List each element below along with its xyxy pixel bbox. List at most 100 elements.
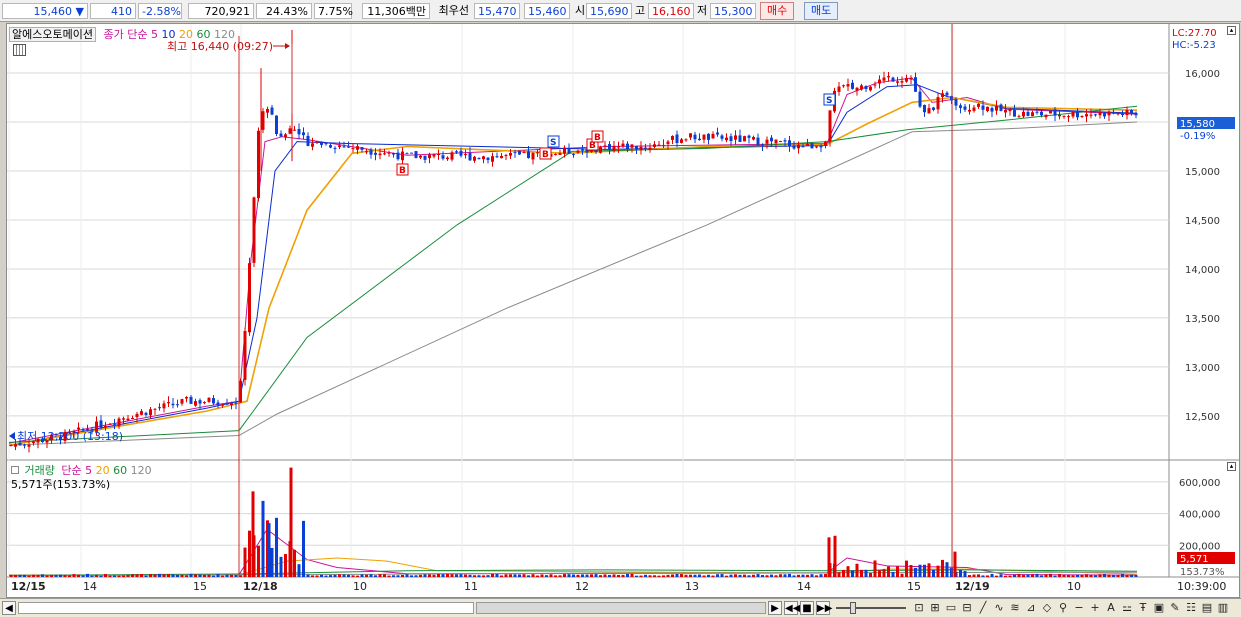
volume-bar <box>212 575 215 577</box>
zoom-slider[interactable] <box>836 607 906 609</box>
candle-body <box>689 133 692 138</box>
candle-body <box>1080 116 1084 118</box>
volume-bar <box>221 575 224 577</box>
volume-bar <box>797 574 800 577</box>
ruler-icon[interactable]: ⚍ <box>1120 601 1134 615</box>
vol-ma-period-60[interactable]: 60 <box>113 464 127 477</box>
collapse-icon[interactable] <box>11 466 19 474</box>
candle-body <box>401 151 404 161</box>
candle-body <box>279 133 283 137</box>
volume-bar <box>824 574 827 577</box>
ma-period-5[interactable]: 5 <box>151 28 158 41</box>
rewind-icon[interactable]: ◀◀ <box>784 601 800 615</box>
volume-bar <box>162 574 166 577</box>
scrollbar-thumb[interactable] <box>476 602 766 614</box>
buy-button[interactable]: 매수 <box>760 2 795 20</box>
volume-bar <box>63 574 67 577</box>
volume-bar <box>59 574 62 577</box>
candle-body <box>900 81 904 83</box>
ma-period-60[interactable]: 60 <box>196 28 210 41</box>
eraser-icon[interactable]: ✎ <box>1168 601 1182 615</box>
volume-bar <box>518 574 521 577</box>
scroll-right-icon[interactable]: ▶ <box>768 601 782 615</box>
volume-bar <box>752 574 755 577</box>
box-icon[interactable]: ▭ <box>944 601 958 615</box>
crosshair-icon[interactable]: ⊞ <box>928 601 942 615</box>
text-icon[interactable]: A <box>1104 601 1118 615</box>
stop-icon[interactable]: ■ <box>800 601 814 615</box>
plus-icon[interactable]: + <box>1088 601 1102 615</box>
candle-body <box>284 134 287 138</box>
font-icon[interactable]: Ŧ <box>1136 601 1150 615</box>
shape-icon[interactable]: ◇ <box>1040 601 1054 615</box>
box-zoom-icon[interactable]: ⊟ <box>960 601 974 615</box>
candle-body <box>653 144 656 147</box>
candle-body <box>144 412 148 415</box>
price-pane-menu-icon[interactable]: ▴ <box>1227 26 1236 35</box>
candle-body <box>873 84 877 86</box>
table-icon[interactable] <box>13 44 26 56</box>
trendline-icon[interactable]: ╱ <box>976 601 990 615</box>
candle-body <box>149 409 152 416</box>
volume-bar <box>549 574 553 577</box>
volume-bar <box>167 574 170 577</box>
sell-button[interactable]: 매도 <box>804 2 839 20</box>
candle-body <box>23 444 26 446</box>
volume-bar <box>968 575 971 577</box>
fibonacci-icon[interactable]: ⊿ <box>1024 601 1038 615</box>
volume-bar <box>923 564 926 577</box>
candle-body <box>990 108 994 112</box>
volume-bar <box>554 575 557 577</box>
volume-bar <box>473 575 476 577</box>
layout-icon[interactable]: ▥ <box>1216 601 1230 615</box>
volume-bar <box>198 574 202 577</box>
magnifier-icon[interactable]: ⚲ <box>1056 601 1070 615</box>
ma-title[interactable]: 종가 단순 <box>103 28 147 41</box>
pane-menu-icon[interactable]: ▴ <box>1227 462 1236 471</box>
candle-body <box>1026 111 1030 116</box>
settings-icon[interactable]: ☷ <box>1184 601 1198 615</box>
candle-body <box>504 155 508 157</box>
candle-body <box>981 105 985 110</box>
candle-body <box>315 141 319 143</box>
low-label: 저 <box>697 4 708 17</box>
volume-bar <box>540 574 544 577</box>
price-volume-chart[interactable]: BBSBBS 16,00015,50015,00014,50014,00013,… <box>7 24 1239 597</box>
candle-body <box>455 151 458 153</box>
candle-body <box>167 402 170 404</box>
scroll-left-icon[interactable]: ◀ <box>2 601 16 615</box>
volume-bar <box>257 545 260 577</box>
fast-forward-icon[interactable]: ▶▶ <box>816 601 832 615</box>
ma-period-120[interactable]: 120 <box>214 28 235 41</box>
horizontal-scrollbar[interactable] <box>18 602 474 614</box>
ma-period-10[interactable]: 10 <box>161 28 175 41</box>
volume-bar <box>882 569 886 577</box>
candle-body <box>198 400 202 404</box>
zoom-slider-thumb[interactable] <box>850 602 856 614</box>
chart-type-icon[interactable]: ▤ <box>1200 601 1214 615</box>
candle-body <box>135 413 139 418</box>
vol-ma-period-120[interactable]: 120 <box>131 464 152 477</box>
candle-body <box>531 152 535 160</box>
wave-icon[interactable]: ∿ <box>992 601 1006 615</box>
candle-body <box>275 115 278 134</box>
volume-bar <box>585 574 589 577</box>
minus-icon[interactable]: − <box>1072 601 1086 615</box>
volume-bar <box>986 575 989 577</box>
candle-body <box>945 92 949 96</box>
volume-bar <box>140 574 143 577</box>
stock-name[interactable]: 알에스오토메이션 <box>9 27 96 42</box>
candle-body <box>963 106 967 110</box>
volume-bar <box>815 575 818 577</box>
volume-bar <box>792 575 796 577</box>
ratio-value: 7.75% <box>314 3 353 19</box>
save-icon[interactable]: ▣ <box>1152 601 1166 615</box>
ma-period-20[interactable]: 20 <box>179 28 193 41</box>
volume-bar <box>810 574 814 577</box>
candle-body <box>918 91 922 107</box>
candle-body <box>378 153 382 156</box>
cursor-icon[interactable]: ⊡ <box>912 601 926 615</box>
volume-bar <box>653 575 656 577</box>
volume-bar <box>878 570 881 577</box>
pattern-icon[interactable]: ≋ <box>1008 601 1022 615</box>
